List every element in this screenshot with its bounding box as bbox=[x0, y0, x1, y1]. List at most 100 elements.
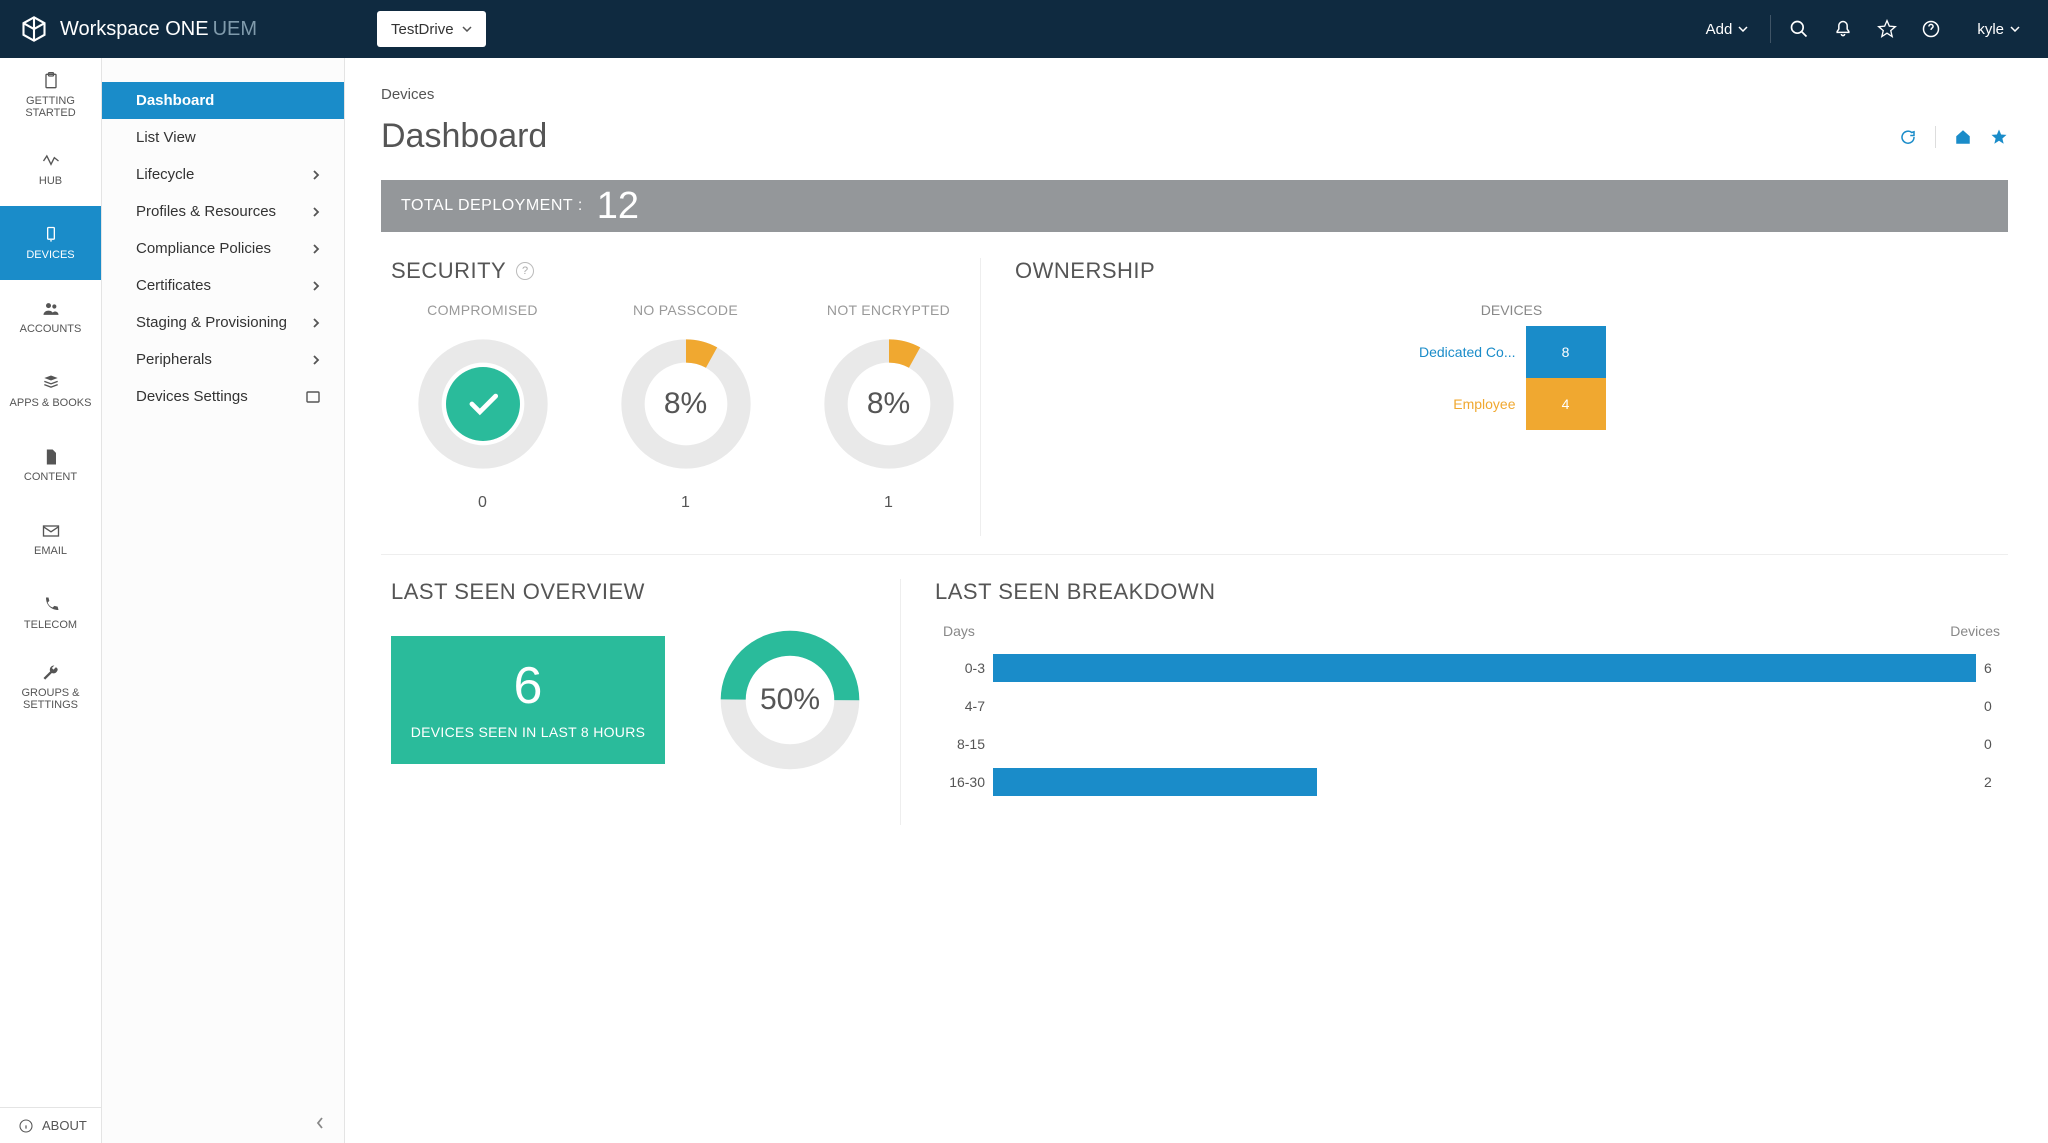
sub-nav-label: Compliance Policies bbox=[136, 240, 271, 257]
sub-nav-item[interactable]: Devices Settings bbox=[102, 378, 344, 415]
breakdown-row[interactable]: 4-70 bbox=[935, 687, 2008, 725]
user-name: kyle bbox=[1977, 21, 2004, 38]
breakdown-days: 8-15 bbox=[935, 736, 985, 752]
add-dropdown[interactable]: Add bbox=[1690, 21, 1765, 38]
activity-icon bbox=[40, 151, 62, 171]
divider bbox=[1770, 15, 1771, 43]
sub-nav-item[interactable]: Compliance Policies bbox=[102, 230, 344, 267]
brand-logo[interactable]: Workspace ONEUEM bbox=[20, 15, 257, 43]
breakdown-row[interactable]: 0-36 bbox=[935, 649, 2008, 687]
ownership-panel: OWNERSHIP DEVICES Dedicated Co... 8 Empl… bbox=[981, 258, 2008, 536]
ownership-bar-employee[interactable]: Employee 4 bbox=[1418, 378, 1606, 430]
hexagon-logo-icon bbox=[20, 15, 48, 43]
breakdown-days: 0-3 bbox=[935, 660, 985, 676]
sub-nav-item[interactable]: Staging & Provisioning bbox=[102, 304, 344, 341]
ownership-heading: OWNERSHIP bbox=[1015, 258, 1155, 284]
deploy-value: 12 bbox=[597, 185, 639, 228]
ownership-value: 4 bbox=[1526, 378, 1606, 430]
breakdown-bar bbox=[985, 654, 1984, 682]
rail-groups-settings[interactable]: GROUPS & SETTINGS bbox=[0, 650, 101, 724]
email-icon bbox=[40, 521, 62, 541]
add-label: Add bbox=[1706, 21, 1733, 38]
refresh-button[interactable] bbox=[1899, 128, 1917, 146]
rail-content[interactable]: CONTENT bbox=[0, 428, 101, 502]
books-icon bbox=[40, 373, 62, 393]
security-item[interactable]: NOT ENCRYPTED 8% 1 bbox=[797, 302, 980, 512]
rail-telecom[interactable]: TELECOM bbox=[0, 576, 101, 650]
security-item-label: NOT ENCRYPTED bbox=[797, 302, 980, 318]
rail-label: DEVICES bbox=[26, 249, 74, 261]
breadcrumb[interactable]: Devices bbox=[381, 86, 2008, 103]
brand-name: Workspace ONE bbox=[60, 18, 209, 40]
star-icon bbox=[1990, 128, 2008, 146]
favorite-button[interactable] bbox=[1990, 128, 2008, 146]
sub-nav-item[interactable]: Certificates bbox=[102, 267, 344, 304]
device-icon bbox=[40, 225, 62, 245]
sub-nav-label: Peripherals bbox=[136, 351, 212, 368]
help-button[interactable] bbox=[1909, 7, 1953, 51]
sub-nav-item[interactable]: Lifecycle bbox=[102, 156, 344, 193]
header-right: Add kyle bbox=[1690, 7, 2028, 51]
sub-nav-item[interactable]: Profiles & Resources bbox=[102, 193, 344, 230]
rail-getting-started[interactable]: GETTING STARTED bbox=[0, 58, 101, 132]
rail-label: APPS & BOOKS bbox=[10, 397, 92, 409]
star-button[interactable] bbox=[1865, 7, 1909, 51]
sub-nav-item[interactable]: Dashboard bbox=[102, 82, 344, 119]
donut-chart bbox=[413, 334, 553, 474]
last-seen-card[interactable]: 6 DEVICES SEEN IN LAST 8 HOURS bbox=[391, 636, 665, 764]
user-menu[interactable]: kyle bbox=[1953, 21, 2028, 38]
wrench-icon bbox=[40, 663, 62, 683]
breakdown-bar bbox=[985, 730, 1984, 758]
last-seen-donut[interactable]: 50% bbox=[715, 625, 865, 775]
collapse-subnav-button[interactable] bbox=[308, 1111, 332, 1135]
donut-percent: 8% bbox=[819, 334, 959, 474]
security-panel: SECURITY ? COMPROMISED0NO PASSCODE8%1NOT… bbox=[381, 258, 981, 536]
ls-card-value: 6 bbox=[514, 660, 543, 712]
rail-apps-books[interactable]: APPS & BOOKS bbox=[0, 354, 101, 428]
breakdown-days: 16-30 bbox=[935, 774, 985, 790]
help-icon[interactable]: ? bbox=[516, 262, 534, 280]
users-icon bbox=[40, 299, 62, 319]
ownership-value: 8 bbox=[1526, 326, 1606, 378]
sub-nav-item[interactable]: List View bbox=[102, 119, 344, 156]
page-head: Dashboard bbox=[381, 117, 2008, 156]
security-item-count: 0 bbox=[391, 494, 574, 512]
chevron-right-icon bbox=[312, 317, 320, 329]
security-item[interactable]: COMPROMISED0 bbox=[391, 302, 574, 512]
ls-overview-heading: LAST SEEN OVERVIEW bbox=[391, 579, 645, 605]
file-icon bbox=[40, 447, 62, 467]
search-icon bbox=[1789, 19, 1809, 39]
chevron-right-icon bbox=[312, 206, 320, 218]
rail-label: ACCOUNTS bbox=[20, 323, 82, 335]
notifications-button[interactable] bbox=[1821, 7, 1865, 51]
col-devices: Devices bbox=[1950, 623, 2000, 639]
breakdown-value: 0 bbox=[1984, 698, 2008, 714]
security-item-count: 1 bbox=[797, 494, 980, 512]
home-button[interactable] bbox=[1954, 128, 1972, 146]
sub-nav: DashboardList ViewLifecycleProfiles & Re… bbox=[102, 58, 345, 1143]
rail-label: HUB bbox=[39, 175, 62, 187]
bell-icon bbox=[1833, 19, 1853, 39]
rail-accounts[interactable]: ACCOUNTS bbox=[0, 280, 101, 354]
home-icon bbox=[1954, 128, 1972, 146]
rail-devices[interactable]: DEVICES bbox=[0, 206, 101, 280]
info-icon bbox=[18, 1118, 34, 1134]
security-item[interactable]: NO PASSCODE8%1 bbox=[594, 302, 777, 512]
sub-nav-item[interactable]: Peripherals bbox=[102, 341, 344, 378]
chevron-right-icon bbox=[312, 243, 320, 255]
org-dropdown[interactable]: TestDrive bbox=[377, 11, 486, 47]
rail-hub[interactable]: HUB bbox=[0, 132, 101, 206]
rail-about[interactable]: ABOUT bbox=[0, 1107, 101, 1143]
breakdown-row[interactable]: 16-30 2 bbox=[935, 763, 2008, 801]
donut-chart: 8% bbox=[819, 334, 959, 474]
rail-email[interactable]: EMAIL bbox=[0, 502, 101, 576]
breakdown-row[interactable]: 8-150 bbox=[935, 725, 2008, 763]
about-label: ABOUT bbox=[42, 1118, 87, 1133]
chevron-down-icon bbox=[2010, 26, 2020, 32]
search-button[interactable] bbox=[1777, 7, 1821, 51]
ownership-bar-dedicated[interactable]: Dedicated Co... 8 bbox=[1418, 326, 1606, 378]
donut-chart: 8% bbox=[616, 334, 756, 474]
breakdown-value: 2 bbox=[1984, 774, 2008, 790]
breakdown-bar bbox=[985, 692, 1984, 720]
total-deployment-bar: TOTAL DEPLOYMENT : 12 bbox=[381, 180, 2008, 232]
